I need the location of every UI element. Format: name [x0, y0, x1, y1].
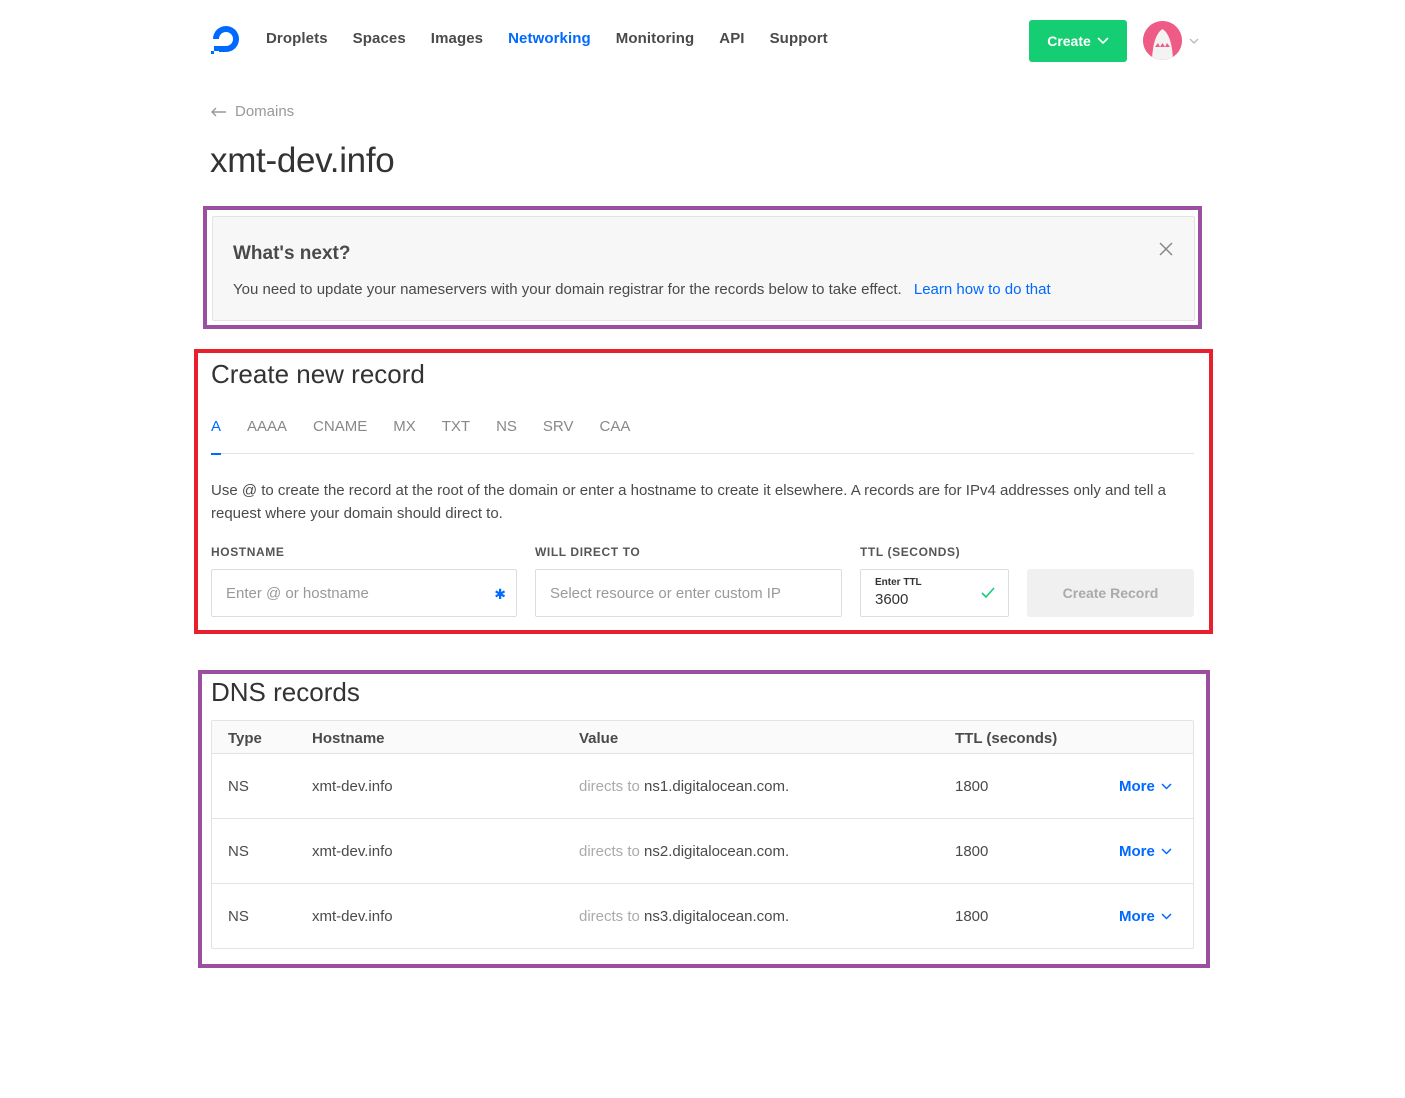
- table-row: NS xmt-dev.info directs to ns1.digitaloc…: [212, 754, 1193, 819]
- direct-to-input[interactable]: [536, 570, 841, 616]
- record-type: NS: [228, 778, 249, 795]
- create-button-label: Create: [1047, 33, 1091, 49]
- hostname-input[interactable]: [212, 570, 516, 616]
- direct-to-label: WILL DIRECT TO: [535, 545, 641, 559]
- create-record-button[interactable]: Create Record: [1027, 569, 1194, 617]
- dns-records-table: Type Hostname Value TTL (seconds) NS xmt…: [211, 720, 1194, 949]
- record-ttl: 1800: [955, 908, 989, 925]
- directs-to-prefix: directs to: [579, 843, 640, 860]
- column-ttl: TTL (seconds): [955, 730, 1058, 747]
- record-type: NS: [228, 908, 249, 925]
- chevron-down-icon: [1097, 37, 1109, 45]
- more-label: More: [1119, 778, 1155, 795]
- chevron-down-icon: [1161, 783, 1172, 790]
- record-help-text: Use @ to create the record at the root o…: [211, 482, 1166, 522]
- digitalocean-logo-icon[interactable]: [209, 24, 243, 56]
- shark-avatar-icon: [1143, 21, 1182, 60]
- record-ttl: 1800: [955, 843, 989, 860]
- chevron-down-icon[interactable]: [1188, 35, 1200, 47]
- ttl-small-label: Enter TTL: [875, 577, 922, 588]
- tab-a[interactable]: A: [211, 418, 222, 455]
- ttl-label: TTL (SECONDS): [860, 545, 961, 559]
- top-navigation: Droplets Spaces Images Networking Monito…: [0, 0, 1405, 82]
- page-title: xmt-dev.info: [210, 141, 395, 180]
- create-record-title: Create new record: [211, 359, 425, 389]
- whats-next-notice: What's next? You need to update your nam…: [212, 216, 1195, 321]
- nav-api[interactable]: API: [719, 30, 744, 47]
- avatar[interactable]: [1143, 21, 1182, 60]
- nav-networking[interactable]: Networking: [508, 30, 591, 47]
- hostname-field: ✱: [211, 569, 517, 617]
- nav-images[interactable]: Images: [431, 30, 483, 47]
- column-hostname: Hostname: [312, 730, 385, 747]
- record-hostname: xmt-dev.info: [312, 778, 393, 795]
- directs-to-prefix: directs to: [579, 778, 640, 795]
- chevron-down-icon: [1161, 913, 1172, 920]
- tab-srv[interactable]: SRV: [543, 418, 574, 454]
- dns-records-title: DNS records: [211, 677, 360, 707]
- ttl-input[interactable]: 3600: [875, 591, 908, 608]
- directs-to-prefix: directs to: [579, 908, 640, 925]
- chevron-down-icon: [1161, 848, 1172, 855]
- more-button[interactable]: More: [1119, 843, 1172, 860]
- direct-to-field: [535, 569, 842, 617]
- record-type-tabs: A AAAA CNAME MX TXT NS SRV CAA: [211, 418, 1194, 455]
- record-value-text: ns3.digitalocean.com.: [644, 908, 790, 925]
- whats-next-message: You need to update your nameservers with…: [233, 281, 902, 298]
- record-value: directs to ns1.digitalocean.com.: [579, 778, 789, 795]
- ttl-field[interactable]: Enter TTL 3600: [860, 569, 1009, 617]
- arrow-left-icon: [211, 107, 226, 116]
- nav-links: Droplets Spaces Images Networking Monito…: [266, 30, 853, 47]
- more-button[interactable]: More: [1119, 778, 1172, 795]
- whats-next-text: You need to update your nameservers with…: [233, 281, 1051, 298]
- record-hostname: xmt-dev.info: [312, 908, 393, 925]
- whats-next-title: What's next?: [233, 243, 351, 264]
- tab-txt[interactable]: TXT: [442, 418, 470, 454]
- tab-caa[interactable]: CAA: [599, 418, 630, 454]
- record-value-text: ns2.digitalocean.com.: [644, 843, 790, 860]
- nav-monitoring[interactable]: Monitoring: [616, 30, 694, 47]
- create-button[interactable]: Create: [1029, 20, 1127, 62]
- close-icon[interactable]: [1158, 241, 1174, 257]
- more-button[interactable]: More: [1119, 908, 1172, 925]
- more-label: More: [1119, 908, 1155, 925]
- record-type: NS: [228, 843, 249, 860]
- tab-aaaa[interactable]: AAAA: [247, 418, 287, 454]
- record-value: directs to ns3.digitalocean.com.: [579, 908, 789, 925]
- learn-how-link[interactable]: Learn how to do that: [914, 281, 1051, 298]
- nav-spaces[interactable]: Spaces: [353, 30, 406, 47]
- column-value: Value: [579, 730, 619, 747]
- record-hostname: xmt-dev.info: [312, 843, 393, 860]
- table-row: NS xmt-dev.info directs to ns2.digitaloc…: [212, 819, 1193, 884]
- more-label: More: [1119, 843, 1155, 860]
- breadcrumb-label: Domains: [235, 103, 295, 120]
- record-value: directs to ns2.digitalocean.com.: [579, 843, 789, 860]
- hostname-label: HOSTNAME: [211, 545, 285, 559]
- breadcrumb[interactable]: Domains: [210, 103, 294, 120]
- tab-cname[interactable]: CNAME: [313, 418, 367, 454]
- record-value-text: ns1.digitalocean.com.: [644, 778, 790, 795]
- record-ttl: 1800: [955, 778, 989, 795]
- tab-ns[interactable]: NS: [496, 418, 517, 454]
- tab-mx[interactable]: MX: [393, 418, 416, 454]
- nav-support[interactable]: Support: [770, 30, 828, 47]
- column-type: Type: [228, 730, 262, 747]
- nav-droplets[interactable]: Droplets: [266, 30, 328, 47]
- required-asterisk-icon: ✱: [494, 586, 506, 602]
- table-header: Type Hostname Value TTL (seconds): [212, 721, 1193, 754]
- table-row: NS xmt-dev.info directs to ns3.digitaloc…: [212, 884, 1193, 949]
- checkmark-icon: [981, 587, 995, 599]
